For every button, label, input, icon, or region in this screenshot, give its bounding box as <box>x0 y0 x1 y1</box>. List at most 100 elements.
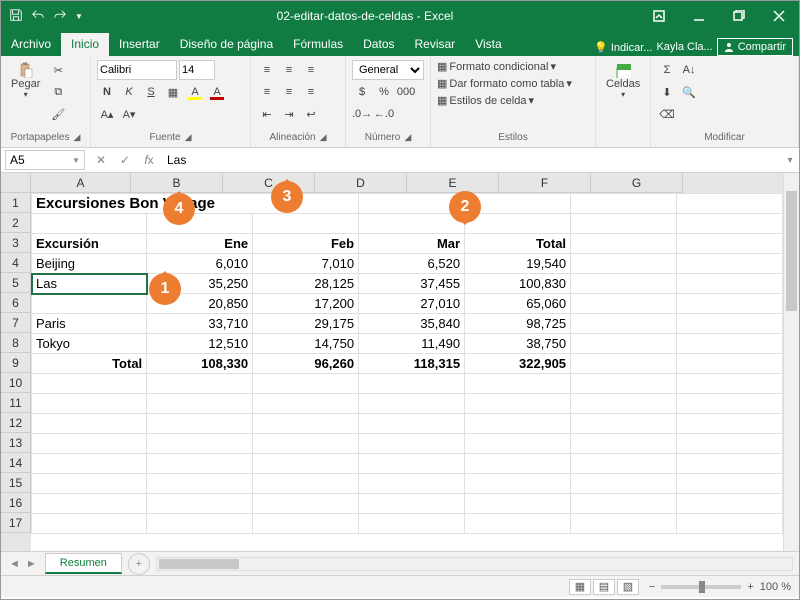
copy-icon[interactable]: ⧉ <box>48 82 68 102</box>
italic-button[interactable]: K <box>119 82 139 102</box>
increase-font-icon[interactable]: A▴ <box>97 104 117 124</box>
vertical-scrollbar[interactable] <box>783 173 799 551</box>
grid[interactable]: Excursiones Bon Voyage Excursión Ene Feb… <box>31 193 783 534</box>
undo-icon[interactable] <box>31 8 45 25</box>
add-sheet-button[interactable]: + <box>128 553 150 575</box>
border-button[interactable]: ▦ <box>163 82 183 102</box>
user-name[interactable]: Kayla Cla... <box>656 41 712 53</box>
page-layout-view-icon[interactable]: ▤ <box>593 579 615 595</box>
expand-formula-bar-icon[interactable]: ▾ <box>781 155 799 166</box>
zoom-slider[interactable] <box>661 585 741 589</box>
zoom-level[interactable]: 100 % <box>760 581 791 593</box>
horizontal-scrollbar[interactable] <box>156 557 793 571</box>
callout-4: 4 <box>163 193 195 225</box>
active-cell[interactable]: Las <box>32 274 147 294</box>
formula-input[interactable] <box>161 151 781 169</box>
font-label: Fuente <box>149 132 180 143</box>
tab-nav-next-icon[interactable]: ► <box>26 558 37 570</box>
number-label: Número <box>365 132 401 143</box>
ribbon-options-icon[interactable] <box>639 1 679 31</box>
sheet-tab-bar: ◄ ► Resumen + <box>1 551 799 575</box>
callout-1: 1 <box>149 273 181 305</box>
align-right-icon[interactable]: ≡ <box>301 82 321 102</box>
name-box[interactable]: A5▼ <box>5 150 85 170</box>
align-center-icon[interactable]: ≡ <box>279 82 299 102</box>
format-painter-icon[interactable]: 🖌 <box>48 104 68 124</box>
window-title: 02-editar-datos-de-celdas - Excel <box>91 9 639 23</box>
sort-icon[interactable]: A↓ <box>679 60 699 80</box>
normal-view-icon[interactable]: ▦ <box>569 579 591 595</box>
row-headers[interactable]: 1234567891011121314151617 <box>1 193 31 551</box>
fill-icon[interactable]: ⬇ <box>657 82 677 102</box>
maximize-icon[interactable] <box>719 1 759 31</box>
select-all-corner[interactable] <box>1 173 31 193</box>
tab-insertar[interactable]: Insertar <box>109 33 170 56</box>
percent-format-icon[interactable]: % <box>374 82 394 102</box>
cell-styles-button[interactable]: ▦ Estilos de celda ▾ <box>437 94 534 107</box>
format-table-button[interactable]: ▦ Dar formato como tabla ▾ <box>437 77 572 90</box>
decrease-font-icon[interactable]: A▾ <box>119 104 139 124</box>
accounting-format-icon[interactable]: $ <box>352 82 372 102</box>
cancel-edit-icon[interactable]: ✕ <box>89 149 113 171</box>
title-cell[interactable]: Excursiones Bon Voyage <box>32 194 359 214</box>
clipboard-label: Portapapeles <box>11 132 70 143</box>
share-button[interactable]: Compartir <box>717 38 793 56</box>
comma-format-icon[interactable]: 000 <box>396 82 416 102</box>
align-top-icon[interactable]: ≡ <box>257 60 277 80</box>
wrap-text-icon[interactable]: ↩ <box>301 104 321 124</box>
decrease-decimal-icon[interactable]: ←.0 <box>374 104 394 124</box>
decrease-indent-icon[interactable]: ⇤ <box>257 104 277 124</box>
tab-nav-prev-icon[interactable]: ◄ <box>9 558 20 570</box>
increase-indent-icon[interactable]: ⇥ <box>279 104 299 124</box>
page-break-view-icon[interactable]: ▧ <box>617 579 639 595</box>
autosum-icon[interactable]: Σ <box>657 60 677 80</box>
status-bar: ▦ ▤ ▧ − + 100 % <box>1 575 799 597</box>
ribbon-tabs: Archivo Inicio Insertar Diseño de página… <box>1 31 799 56</box>
fx-icon[interactable]: fx <box>137 149 161 171</box>
zoom-in-icon[interactable]: + <box>747 581 753 593</box>
zoom-out-icon[interactable]: − <box>649 581 655 593</box>
cells-button[interactable]: Celdas▾ <box>602 60 644 101</box>
sheet-tab-resumen[interactable]: Resumen <box>45 553 122 574</box>
tab-diseno[interactable]: Diseño de página <box>170 33 283 56</box>
number-launcher-icon[interactable]: ◢ <box>404 132 411 143</box>
save-icon[interactable] <box>9 8 23 25</box>
tab-inicio[interactable]: Inicio <box>61 33 109 56</box>
tab-formulas[interactable]: Fórmulas <box>283 33 353 56</box>
increase-decimal-icon[interactable]: .0→ <box>352 104 372 124</box>
alignment-launcher-icon[interactable]: ◢ <box>320 132 327 143</box>
align-bottom-icon[interactable]: ≡ <box>301 60 321 80</box>
find-icon[interactable]: 🔍 <box>679 82 699 102</box>
cut-icon[interactable]: ✂ <box>48 60 68 80</box>
tab-vista[interactable]: Vista <box>465 33 511 56</box>
qat-dropdown-icon[interactable]: ▼ <box>75 12 83 21</box>
clear-icon[interactable]: ⌫ <box>657 104 677 124</box>
fill-color-button[interactable]: A <box>185 82 205 102</box>
align-left-icon[interactable]: ≡ <box>257 82 277 102</box>
bold-button[interactable]: N <box>97 82 117 102</box>
clipboard-launcher-icon[interactable]: ◢ <box>74 132 81 143</box>
column-headers[interactable]: A B C D E F G <box>31 173 783 193</box>
conditional-format-button[interactable]: ▦ Formato condicional ▾ <box>437 60 556 73</box>
underline-button[interactable]: S <box>141 82 161 102</box>
paste-button[interactable]: Pegar▾ <box>7 60 44 101</box>
font-launcher-icon[interactable]: ◢ <box>185 132 192 143</box>
confirm-edit-icon[interactable]: ✓ <box>113 149 137 171</box>
formula-bar: A5▼ ✕ ✓ fx ▾ <box>1 148 799 173</box>
redo-icon[interactable] <box>53 8 67 25</box>
font-name-combo[interactable] <box>97 60 177 80</box>
callout-3: 3 <box>271 181 303 213</box>
tab-datos[interactable]: Datos <box>353 33 404 56</box>
font-color-button[interactable]: A <box>207 82 227 102</box>
callout-2: 2 <box>449 191 481 223</box>
font-size-combo[interactable] <box>179 60 215 80</box>
tab-archivo[interactable]: Archivo <box>1 33 61 56</box>
editing-label: Modificar <box>704 132 745 143</box>
title-bar: ▼ 02-editar-datos-de-celdas - Excel <box>1 1 799 31</box>
minimize-icon[interactable] <box>679 1 719 31</box>
align-middle-icon[interactable]: ≡ <box>279 60 299 80</box>
tell-me[interactable]: 💡 Indicar... <box>594 41 652 54</box>
close-icon[interactable] <box>759 1 799 31</box>
tab-revisar[interactable]: Revisar <box>405 33 466 56</box>
number-format-combo[interactable]: General <box>352 60 424 80</box>
